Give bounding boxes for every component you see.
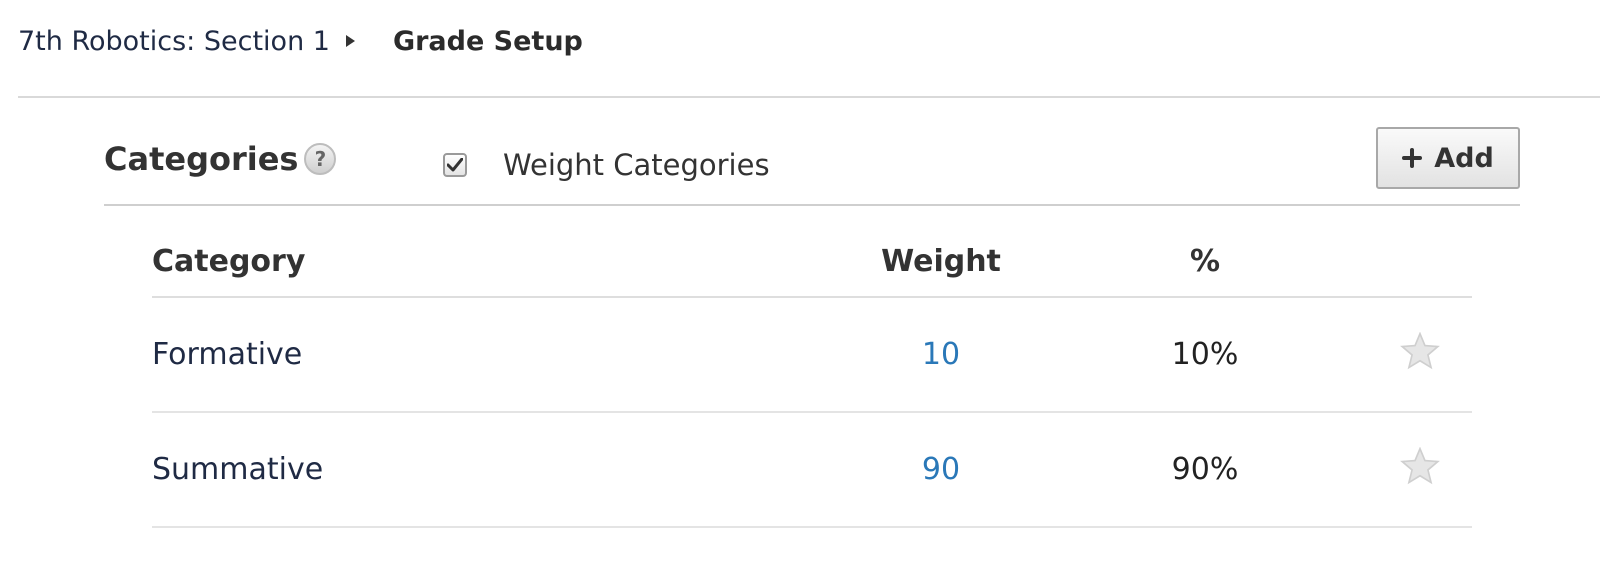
help-icon[interactable]: ? bbox=[304, 143, 337, 175]
categories-divider bbox=[104, 204, 1520, 206]
weight-categories-checkbox[interactable] bbox=[443, 153, 467, 177]
categories-title: Categories bbox=[104, 140, 299, 178]
header-divider bbox=[18, 96, 1600, 98]
star-icon[interactable] bbox=[1400, 446, 1440, 493]
add-category-button[interactable]: Add bbox=[1376, 127, 1520, 189]
page-title: Grade Setup bbox=[392, 25, 583, 57]
breadcrumb-arrow-icon bbox=[345, 35, 355, 47]
star-icon[interactable] bbox=[1400, 331, 1440, 378]
table-header: Category Weight % bbox=[152, 226, 1472, 298]
category-weight-link[interactable]: 10 bbox=[812, 337, 1070, 372]
category-name: Summative bbox=[152, 452, 324, 487]
star-cell bbox=[1340, 331, 1472, 378]
breadcrumb-section-link[interactable]: 7th Robotics: Section 1 bbox=[18, 26, 330, 57]
category-weight-link[interactable]: 90 bbox=[812, 452, 1070, 487]
weight-categories-label: Weight Categories bbox=[503, 148, 770, 182]
checkmark-icon bbox=[447, 158, 463, 172]
categories-header: Categories ? bbox=[104, 140, 337, 178]
column-header-weight: Weight bbox=[881, 243, 1001, 279]
plus-icon bbox=[1402, 141, 1423, 176]
column-header-percent: % bbox=[1189, 243, 1221, 279]
category-percent: 90% bbox=[1171, 452, 1239, 487]
categories-table: Category Weight % Formative 10 10% Summa… bbox=[152, 226, 1472, 528]
table-row: Summative 90 90% bbox=[152, 413, 1472, 528]
add-button-label: Add bbox=[1434, 142, 1494, 174]
table-row: Formative 10 10% bbox=[152, 298, 1472, 413]
category-name: Formative bbox=[152, 337, 303, 372]
star-cell bbox=[1340, 446, 1472, 493]
breadcrumb: 7th Robotics: Section 1 Grade Setup bbox=[18, 22, 583, 60]
weight-categories-toggle[interactable]: Weight Categories bbox=[443, 148, 770, 182]
category-percent: 10% bbox=[1171, 337, 1239, 372]
column-header-category: Category bbox=[152, 243, 306, 279]
